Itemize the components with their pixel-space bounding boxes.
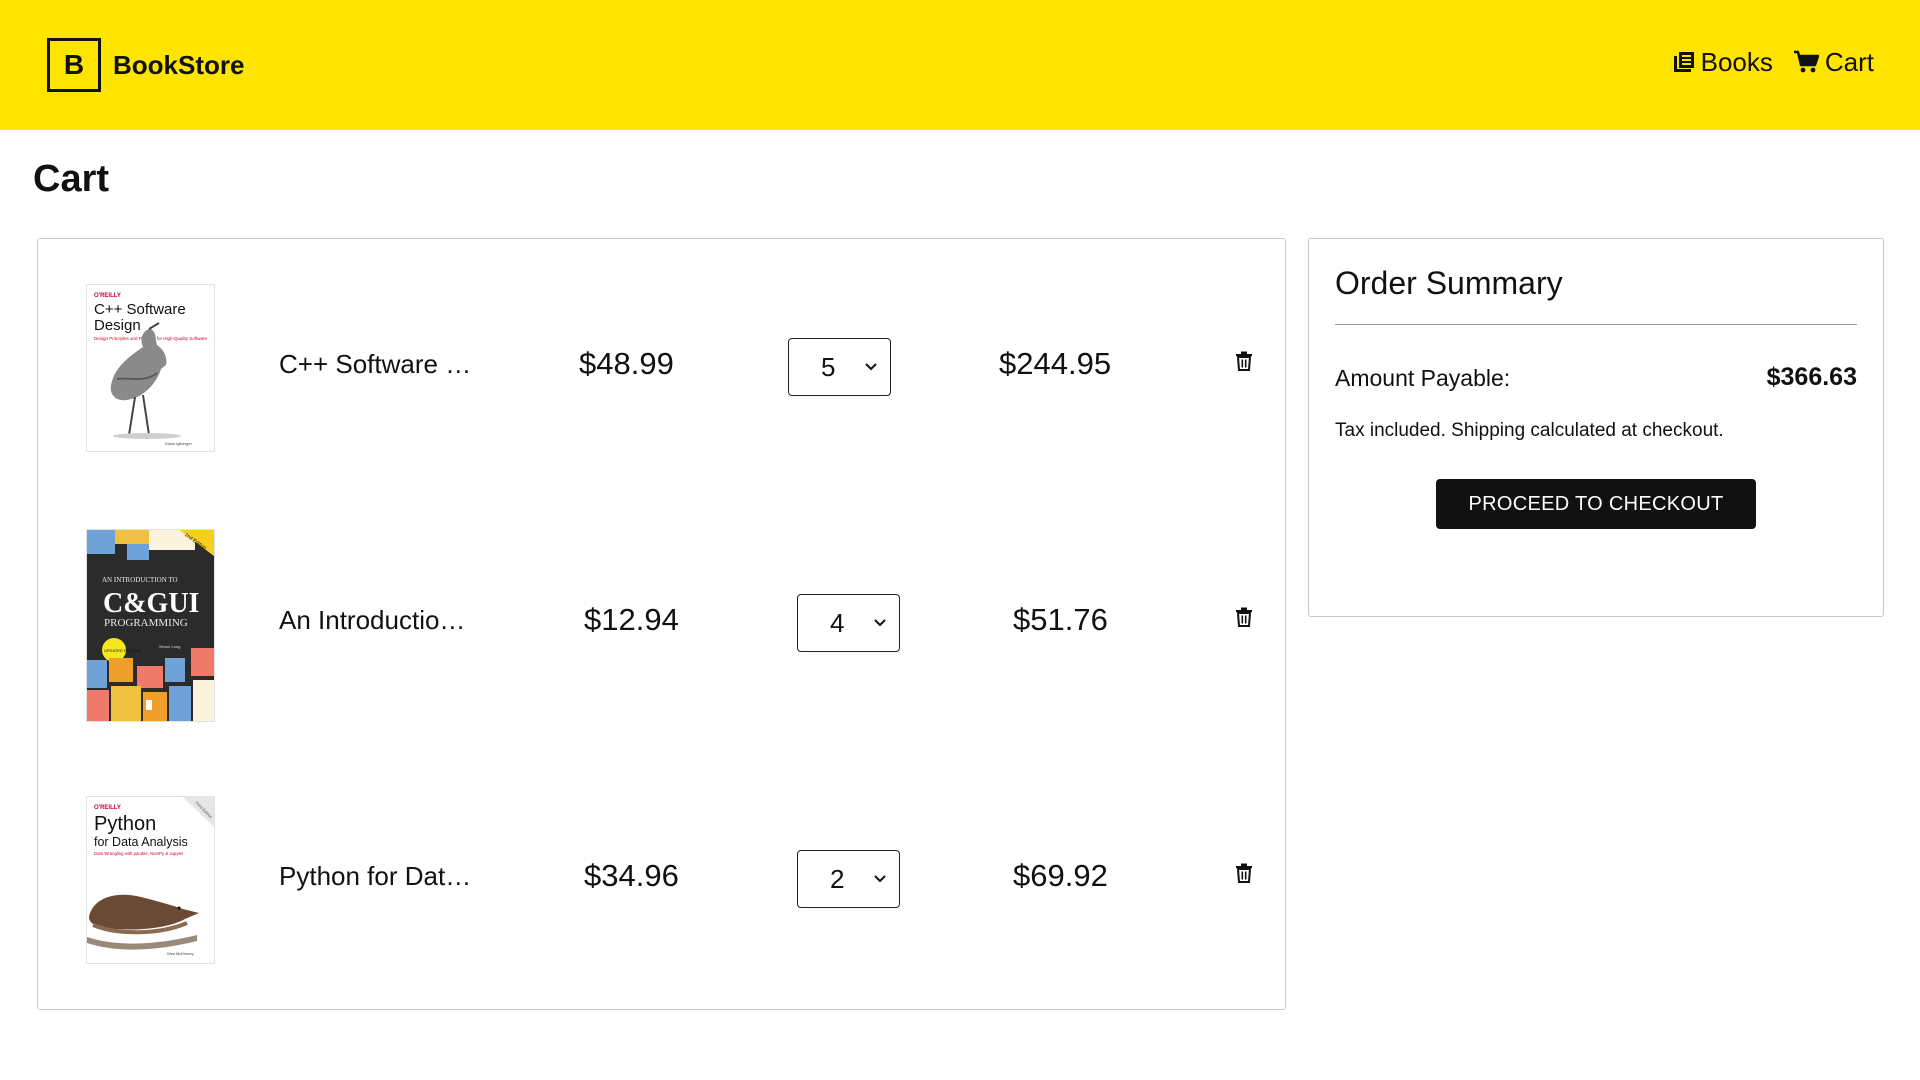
item-title[interactable]: Python for Dat…	[279, 861, 479, 892]
cover-python-title-2: for Data Analysis	[94, 835, 188, 849]
brand-name[interactable]: BookStore	[113, 50, 244, 81]
cover-art-gui: 2nd Edition AN INTRODUCTION TO C&GUI PRO…	[87, 530, 214, 721]
chevron-down-icon	[874, 875, 886, 883]
cart-items-panel: O'REILLY C++ Software Design Design Prin…	[37, 238, 1286, 1010]
nav-cart-link[interactable]: Cart	[1793, 47, 1874, 78]
quantity-select[interactable]: 2	[797, 850, 900, 908]
cover-cpp-publisher: O'REILLY	[94, 293, 121, 299]
nav-books-label[interactable]: Books	[1701, 47, 1773, 78]
site-header: B BookStore Books Cart	[0, 0, 1920, 130]
brand-logo[interactable]: B	[47, 38, 101, 92]
nav-books-link[interactable]: Books	[1673, 47, 1773, 78]
cover-art-python: O'REILLY Third Edition Python for Data A…	[87, 797, 214, 963]
cover-cpp-title-1: C++ Software	[94, 301, 186, 318]
quantity-value: 5	[821, 351, 836, 382]
cover-python-title-1: Python	[94, 813, 156, 835]
trash-icon[interactable]	[1235, 351, 1253, 371]
cover-gui-line1: AN INTRODUCTION TO	[102, 576, 178, 584]
item-title[interactable]: C++ Software …	[279, 349, 479, 380]
book-cover-cpp-software-design[interactable]: O'REILLY C++ Software Design Design Prin…	[86, 284, 215, 452]
cart-row: O'REILLY Third Edition Python for Data A…	[38, 779, 1285, 979]
brand[interactable]: B BookStore	[47, 38, 244, 92]
item-price: $12.94	[584, 602, 679, 637]
order-summary-title: Order Summary	[1335, 265, 1563, 301]
quantity-value: 4	[830, 607, 845, 638]
cover-python-publisher: O'REILLY	[94, 805, 121, 811]
books-icon	[1673, 52, 1694, 72]
item-total: $69.92	[1013, 858, 1108, 893]
amount-payable-value: $366.63	[1766, 363, 1857, 391]
trash-icon[interactable]	[1235, 607, 1253, 627]
item-total: $51.76	[1013, 602, 1108, 637]
cover-gui-line3: PROGRAMMING	[104, 617, 188, 629]
cover-python-author: Wes McKinney	[167, 951, 194, 956]
chevron-down-icon	[865, 363, 877, 371]
cover-python-subtitle: Data Wrangling with pandas, NumPy & Jupy…	[94, 851, 184, 856]
item-price: $34.96	[584, 858, 679, 893]
cover-cpp-title-2: Design	[94, 317, 141, 334]
trash-icon[interactable]	[1235, 863, 1253, 883]
quantity-value: 2	[830, 863, 845, 894]
cart-icon	[1793, 50, 1819, 73]
summary-divider	[1335, 324, 1857, 325]
chevron-down-icon	[874, 619, 886, 627]
cart-row: 2nd Edition AN INTRODUCTION TO C&GUI PRO…	[38, 523, 1285, 723]
item-title[interactable]: An Introductio…	[279, 605, 479, 636]
main-nav: Books Cart	[1673, 47, 1874, 78]
cover-gui-line2: C&GUI	[103, 588, 199, 619]
cover-gui-author: Simon Long	[159, 644, 180, 649]
item-total: $244.95	[999, 346, 1112, 381]
cover-gui-sticker: UPDATED FOR 2ND	[104, 648, 142, 653]
cover-cpp-author: Klaus Iglberger	[165, 441, 193, 446]
item-price: $48.99	[579, 346, 674, 381]
page-title: Cart	[33, 158, 110, 200]
quantity-select[interactable]: 4	[797, 594, 900, 652]
tax-note: Tax included. Shipping calculated at che…	[1335, 420, 1724, 441]
order-summary-panel: Order Summary Amount Payable: $366.63 Ta…	[1308, 238, 1884, 617]
proceed-to-checkout-button[interactable]: PROCEED TO CHECKOUT	[1436, 479, 1756, 529]
nav-cart-label[interactable]: Cart	[1825, 47, 1874, 78]
cover-art-cpp: O'REILLY C++ Software Design Design Prin…	[87, 285, 214, 451]
amount-payable-label: Amount Payable:	[1335, 365, 1511, 391]
cart-row: O'REILLY C++ Software Design Design Prin…	[38, 267, 1285, 467]
quantity-select[interactable]: 5	[788, 338, 891, 396]
book-cover-intro-cpp-gui[interactable]: 2nd Edition AN INTRODUCTION TO C&GUI PRO…	[86, 529, 215, 722]
book-cover-python-data-analysis[interactable]: O'REILLY Third Edition Python for Data A…	[86, 796, 215, 964]
